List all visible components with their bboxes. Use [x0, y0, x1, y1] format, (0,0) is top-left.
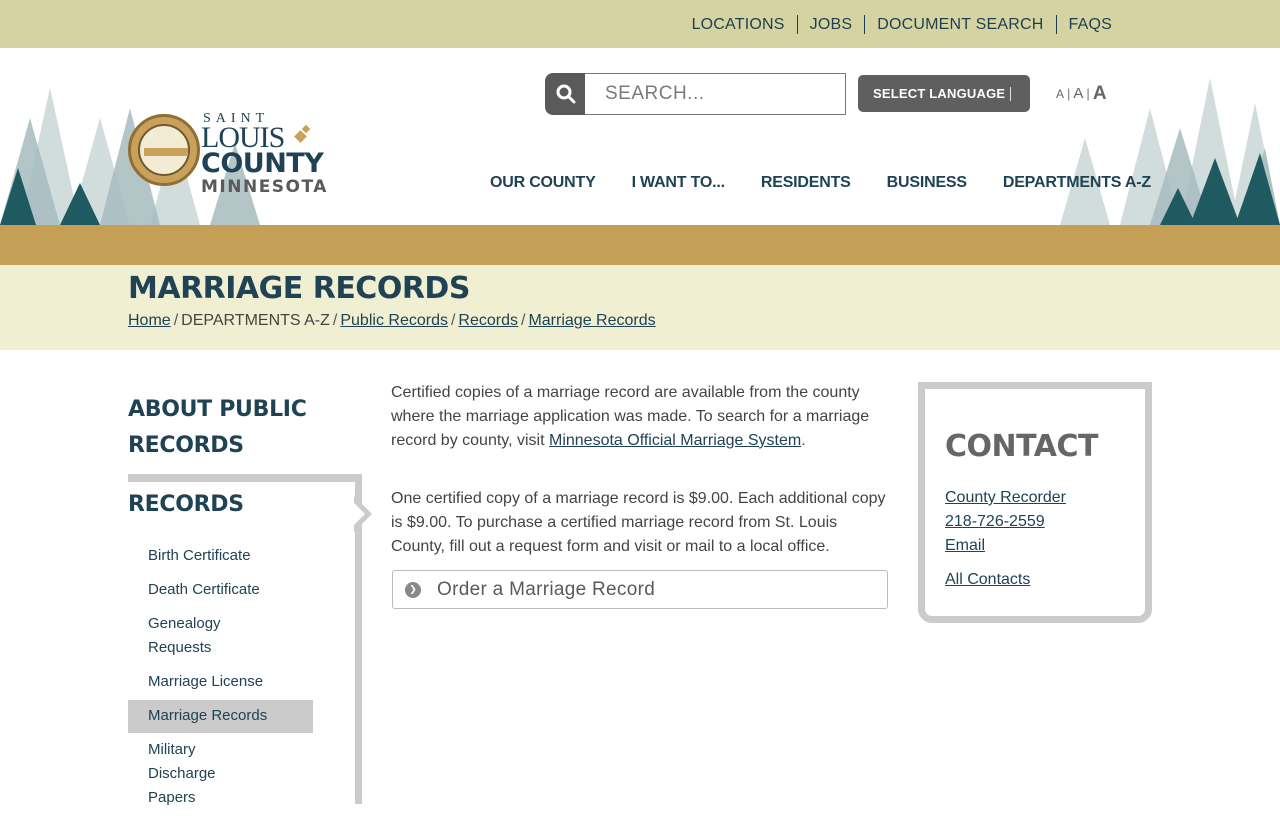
chevron-right-circle-icon: ❯	[405, 581, 421, 598]
search-input[interactable]	[585, 73, 846, 115]
utility-nav: LOCATIONS JOBS DOCUMENT SEARCH FAQS	[680, 0, 1112, 48]
breadcrumb-marriage-records[interactable]: Marriage Records	[528, 312, 655, 329]
sidebar-item-marriage-license[interactable]: Marriage License	[128, 666, 313, 699]
gold-divider-band	[0, 225, 1280, 265]
paragraph-1-end: .	[801, 432, 806, 449]
county-seal-icon	[128, 114, 200, 186]
search-icon	[556, 84, 576, 104]
page-title-band: MARRIAGE RECORDS Home / DEPARTMENTS A-Z / Pu…	[0, 265, 1280, 350]
select-language-label: SELECT LANGUAGE	[873, 86, 1006, 101]
order-marriage-record-label: Order a Marriage Record	[437, 578, 656, 600]
nav-residents[interactable]: RESIDENTS	[743, 174, 869, 192]
font-size-small-button[interactable]: A	[1056, 86, 1064, 102]
sidebar-item-death-certificate[interactable]: Death Certificate	[128, 574, 313, 607]
breadcrumb: Home / DEPARTMENTS A-Z / Public Records / Reco…	[128, 312, 656, 330]
all-contacts-link[interactable]: All Contacts	[945, 568, 1066, 592]
content-paragraph-1: Certified copies of a marriage record ar…	[391, 381, 891, 453]
main-nav: OUR COUNTY I WANT TO... RESIDENTS BUSINE…	[472, 174, 1169, 192]
content-paragraph-2: One certified copy of a marriage record …	[391, 490, 886, 555]
contact-phone-link[interactable]: 218-726-2559	[945, 510, 1066, 534]
select-language-button[interactable]: SELECT LANGUAGE	[858, 75, 1030, 112]
contact-email-link[interactable]: Email	[945, 534, 1066, 558]
sidebar-divider	[128, 474, 361, 482]
sidebar-heading-about-public-records[interactable]: ABOUT PUBLIC RECORDS	[128, 392, 328, 464]
breadcrumb-separator: /	[450, 312, 456, 329]
logo-minnesota: MINNESOTA	[201, 177, 328, 197]
breadcrumb-records[interactable]: Records	[458, 312, 518, 329]
breadcrumb-public-records[interactable]: Public Records	[340, 312, 448, 329]
county-logo[interactable]: SAINT LOUIS COUNTY MINNESOTA	[128, 112, 338, 202]
sidebar-item-birth-certificate[interactable]: Birth Certificate	[128, 540, 313, 573]
nav-business[interactable]: BUSINESS	[869, 174, 985, 192]
font-size-medium-button[interactable]: A	[1073, 86, 1083, 102]
utility-link-document-search[interactable]: DOCUMENT SEARCH	[864, 14, 1055, 34]
site-header: SAINT LOUIS COUNTY MINNESOTA SELECT LANG…	[0, 48, 1280, 225]
search-button[interactable]	[545, 73, 587, 115]
breadcrumb-separator: /	[332, 312, 338, 329]
logo-wordmark: SAINT LOUIS COUNTY MINNESOTA	[201, 112, 328, 197]
font-size-separator: |	[1086, 86, 1090, 101]
utility-link-faqs[interactable]: FAQS	[1055, 14, 1112, 34]
language-divider	[1010, 86, 1012, 101]
breadcrumb-separator: /	[173, 312, 179, 329]
nav-departments-a-z[interactable]: DEPARTMENTS A-Z	[985, 174, 1169, 192]
sidebar-pointer-arrow-inner	[354, 503, 365, 525]
sidebar-list: Birth Certificate Death Certificate Gene…	[128, 540, 313, 816]
main-content: Certified copies of a marriage record ar…	[391, 381, 891, 593]
minnesota-marriage-system-link[interactable]: Minnesota Official Marriage System	[549, 432, 801, 449]
utility-link-jobs[interactable]: JOBS	[796, 14, 865, 34]
breadcrumb-separator: /	[521, 312, 526, 329]
utility-bar: LOCATIONS JOBS DOCUMENT SEARCH FAQS	[0, 0, 1280, 48]
page-title: MARRIAGE RECORDS	[128, 271, 470, 306]
breadcrumb-departments: DEPARTMENTS A-Z	[181, 312, 330, 329]
utility-link-locations[interactable]: LOCATIONS	[680, 15, 797, 34]
font-size-large-button[interactable]: A	[1093, 84, 1107, 103]
contact-spacer	[945, 558, 1066, 568]
contact-card: CONTACT County Recorder 218-726-2559 Ema…	[918, 382, 1152, 623]
font-size-separator: |	[1067, 86, 1071, 101]
sidebar-heading-records[interactable]: RECORDS	[128, 492, 244, 517]
order-marriage-record-accordion[interactable]: ❯ Order a Marriage Record	[392, 570, 888, 609]
sidebar-item-military-discharge-papers[interactable]: Military Discharge Papers	[128, 734, 278, 815]
contact-title: CONTACT	[945, 429, 1098, 464]
logo-county: COUNTY	[201, 148, 324, 179]
contact-details: County Recorder 218-726-2559 Email All C…	[945, 486, 1066, 592]
nav-our-county[interactable]: OUR COUNTY	[472, 174, 614, 192]
sidebar-item-marriage-records[interactable]: Marriage Records	[128, 700, 313, 733]
contact-county-recorder-link[interactable]: County Recorder	[945, 486, 1066, 510]
sidebar-item-genealogy-requests[interactable]: Genealogy Requests	[128, 608, 248, 665]
nav-i-want-to[interactable]: I WANT TO...	[614, 174, 743, 192]
breadcrumb-home[interactable]: Home	[128, 312, 171, 329]
search-bar	[545, 73, 846, 115]
sidebar: ABOUT PUBLIC RECORDS RECORDS Birth Certi…	[128, 392, 372, 806]
font-size-controls: A | A | A	[1056, 84, 1107, 103]
